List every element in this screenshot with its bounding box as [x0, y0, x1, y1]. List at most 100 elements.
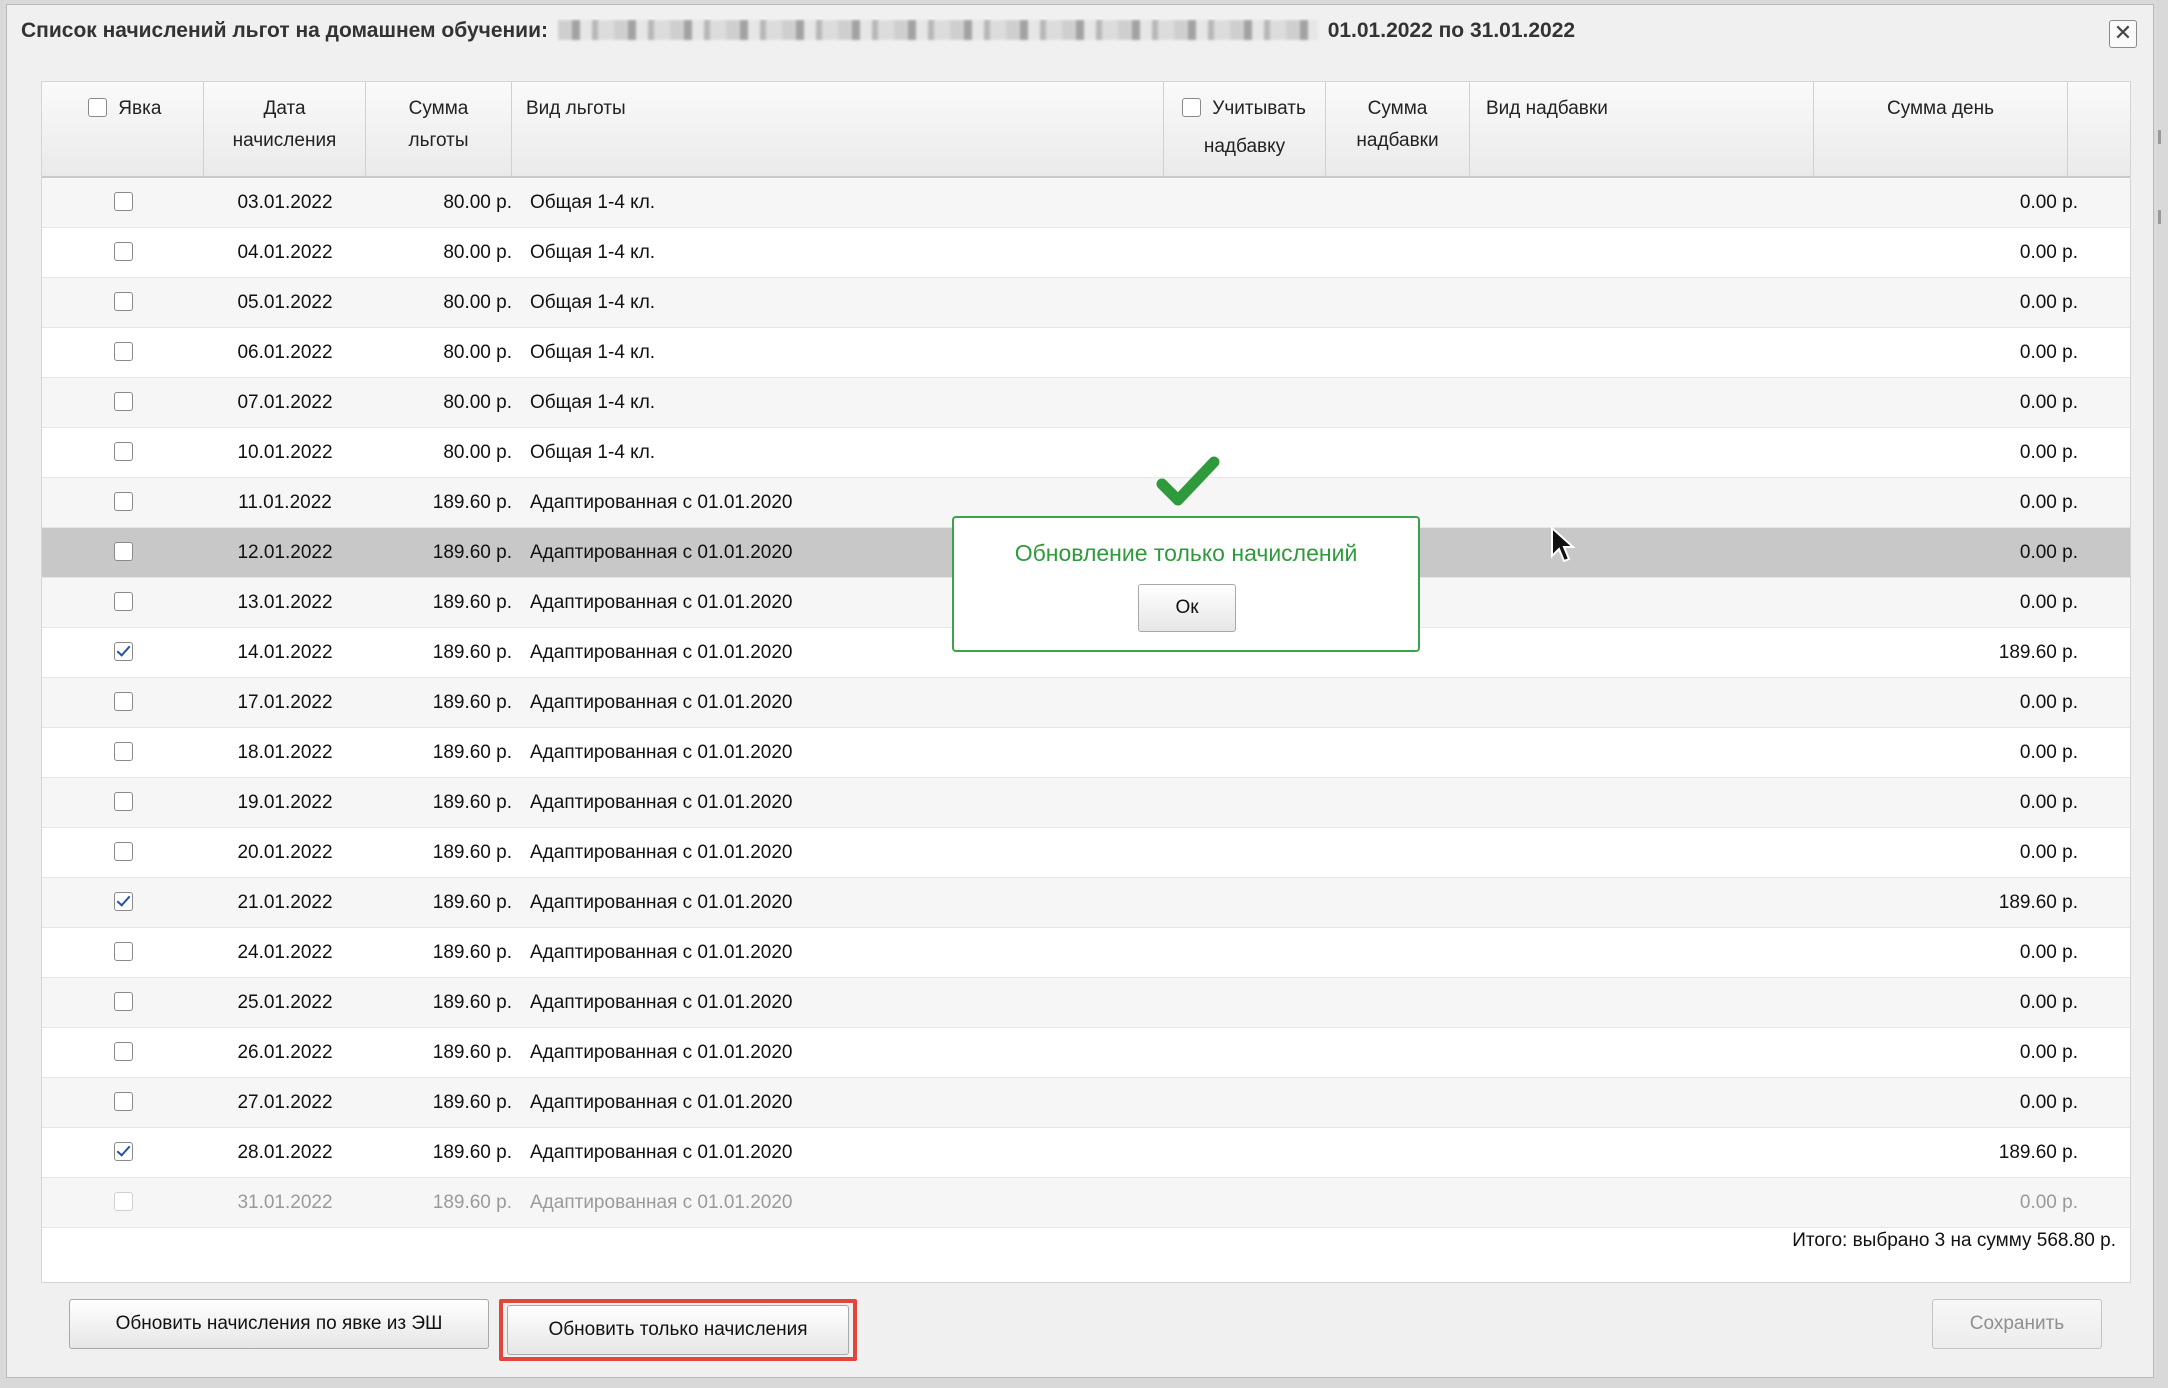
date-cell: 26.01.2022	[237, 1042, 333, 1063]
day-sum-cell: 0.00 р.	[2019, 742, 2078, 763]
date-cell: 13.01.2022	[237, 592, 333, 613]
date-cell: 10.01.2022	[237, 442, 333, 463]
accruals-grid: Явка Дата начисления Сумма льготы Вид ль…	[41, 81, 2131, 1283]
date-cell: 04.01.2022	[237, 242, 333, 263]
attendance-checkbox[interactable]	[113, 1142, 133, 1161]
benefit-sum-cell: 80.00 р.	[443, 242, 512, 263]
attendance-cell	[42, 1178, 204, 1228]
benefit-kind-cell: Адаптированная с 01.01.2020	[530, 592, 793, 613]
save-button[interactable]: Сохранить	[1932, 1299, 2102, 1349]
table-row[interactable]: 17.01.2022 189.60 р. Адаптированная с 01.0…	[42, 678, 2130, 728]
day-sum-cell: 0.00 р.	[2019, 192, 2078, 213]
benefit-sum-cell: 189.60 р.	[432, 842, 512, 863]
benefit-kind-cell: Адаптированная с 01.01.2020	[530, 1092, 793, 1113]
attendance-checkbox[interactable]	[113, 492, 133, 511]
table-row[interactable]: 20.01.2022 189.60 р. Адаптированная с 01.0…	[42, 828, 2130, 878]
day-sum-cell: 0.00 р.	[2019, 1042, 2078, 1063]
day-sum-cell: 0.00 р.	[2019, 1192, 2078, 1213]
attendance-checkbox[interactable]	[113, 742, 133, 761]
table-row[interactable]: 06.01.2022 80.00 р. Общая 1-4 кл. 0.00 р.	[42, 328, 2130, 378]
attendance-checkbox[interactable]	[113, 442, 133, 461]
col-consider-label-2: надбавку	[1203, 136, 1286, 157]
benefit-sum-cell: 189.60 р.	[432, 892, 512, 913]
attendance-checkbox[interactable]	[113, 192, 133, 211]
update-from-esh-button[interactable]: Обновить начисления по явке из ЭШ	[69, 1299, 489, 1349]
table-row[interactable]: 28.01.2022 189.60 р. Адаптированная с 01.0…	[42, 1128, 2130, 1178]
mouse-cursor-icon	[1551, 526, 1576, 563]
redacted-name	[557, 20, 1318, 40]
attendance-checkbox[interactable]	[113, 842, 133, 861]
table-row[interactable]: 18.01.2022 189.60 р. Адаптированная с 01.0…	[42, 728, 2130, 778]
attendance-checkbox	[113, 1192, 133, 1211]
table-row[interactable]: 07.01.2022 80.00 р. Общая 1-4 кл. 0.00 р.	[42, 378, 2130, 428]
day-sum-cell: 0.00 р.	[2019, 492, 2078, 513]
attendance-checkbox[interactable]	[113, 342, 133, 361]
col-attendance-label: Явка	[118, 98, 162, 119]
benefit-sum-cell: 189.60 р.	[432, 742, 512, 763]
col-sum[interactable]: Сумма льготы	[366, 82, 512, 176]
attendance-cell	[42, 178, 204, 228]
table-row[interactable]: 24.01.2022 189.60 р. Адаптированная с 01.0…	[42, 928, 2130, 978]
table-row[interactable]: 21.01.2022 189.60 р. Адаптированная с 01.0…	[42, 878, 2130, 928]
col-day-sum[interactable]: Сумма день	[1814, 82, 2068, 176]
col-date-label-2: начисления	[232, 130, 337, 151]
attendance-checkbox[interactable]	[113, 392, 133, 411]
table-row[interactable]: 27.01.2022 189.60 р. Адаптированная с 01.0…	[42, 1078, 2130, 1128]
col-bonus-sum[interactable]: Сумма надбавки	[1326, 82, 1470, 176]
close-icon[interactable]: ✕	[2109, 20, 2137, 48]
col-consider-bonus: Учитывать надбавку	[1164, 82, 1326, 176]
date-cell: 19.01.2022	[237, 792, 333, 813]
table-row[interactable]: 04.01.2022 80.00 р. Общая 1-4 кл. 0.00 р.	[42, 228, 2130, 278]
col-date[interactable]: Дата начисления	[204, 82, 366, 176]
attendance-cell	[42, 278, 204, 328]
attendance-checkbox[interactable]	[113, 642, 133, 661]
attendance-cell	[42, 528, 204, 578]
benefit-sum-cell: 189.60 р.	[432, 1142, 512, 1163]
attendance-cell	[42, 928, 204, 978]
select-all-checkbox[interactable]	[88, 98, 107, 117]
col-kind-label: Вид льготы	[526, 98, 626, 119]
attendance-checkbox[interactable]	[113, 592, 133, 611]
date-cell: 25.01.2022	[237, 992, 333, 1013]
date-cell: 20.01.2022	[237, 842, 333, 863]
attendance-cell	[42, 328, 204, 378]
day-sum-cell: 0.00 р.	[2019, 392, 2078, 413]
attendance-cell	[42, 1028, 204, 1078]
success-check-icon	[1156, 456, 1220, 506]
attendance-cell	[42, 878, 204, 928]
attendance-checkbox[interactable]	[113, 1042, 133, 1061]
col-day-sum-label: Сумма день	[1886, 98, 1995, 119]
benefit-sum-cell: 189.60 р.	[432, 642, 512, 663]
attendance-checkbox[interactable]	[113, 692, 133, 711]
dialog-title-period: 01.01.2022 по 31.01.2022	[1327, 19, 1576, 42]
benefit-sum-cell: 189.60 р.	[432, 792, 512, 813]
attendance-checkbox[interactable]	[113, 892, 133, 911]
table-row[interactable]: 25.01.2022 189.60 р. Адаптированная с 01.0…	[42, 978, 2130, 1028]
table-row[interactable]: 03.01.2022 80.00 р. Общая 1-4 кл. 0.00 р.	[42, 178, 2130, 228]
day-sum-cell: 0.00 р.	[2019, 942, 2078, 963]
popup-ok-button[interactable]: Ок	[1138, 584, 1236, 632]
grid-header: Явка Дата начисления Сумма льготы Вид ль…	[42, 82, 2130, 178]
day-sum-cell: 0.00 р.	[2019, 542, 2078, 563]
attendance-checkbox[interactable]	[113, 992, 133, 1011]
attendance-checkbox[interactable]	[113, 292, 133, 311]
table-row[interactable]: 26.01.2022 189.60 р. Адаптированная с 01.0…	[42, 1028, 2130, 1078]
consider-bonus-checkbox[interactable]	[1182, 98, 1201, 117]
table-row[interactable]: 31.01.2022 189.60 р. Адаптированная с 01.0…	[42, 1178, 2130, 1228]
attendance-checkbox[interactable]	[113, 542, 133, 561]
attendance-checkbox[interactable]	[113, 792, 133, 811]
attendance-checkbox[interactable]	[113, 942, 133, 961]
benefit-kind-cell: Общая 1-4 кл.	[530, 292, 656, 313]
col-kind[interactable]: Вид льготы	[512, 82, 1164, 176]
table-row[interactable]: 05.01.2022 80.00 р. Общая 1-4 кл. 0.00 р.	[42, 278, 2130, 328]
col-bonus-kind[interactable]: Вид надбавки	[1470, 82, 1814, 176]
attendance-checkbox[interactable]	[113, 242, 133, 261]
day-sum-cell: 189.60 р.	[1998, 892, 2078, 913]
table-row[interactable]: 10.01.2022 80.00 р. Общая 1-4 кл. 0.00 р.	[42, 428, 2130, 478]
date-cell: 31.01.2022	[237, 1192, 333, 1213]
attendance-cell	[42, 578, 204, 628]
date-cell: 17.01.2022	[237, 692, 333, 713]
attendance-checkbox[interactable]	[113, 1092, 133, 1111]
attendance-cell	[42, 778, 204, 828]
table-row[interactable]: 19.01.2022 189.60 р. Адаптированная с 01.0…	[42, 778, 2130, 828]
